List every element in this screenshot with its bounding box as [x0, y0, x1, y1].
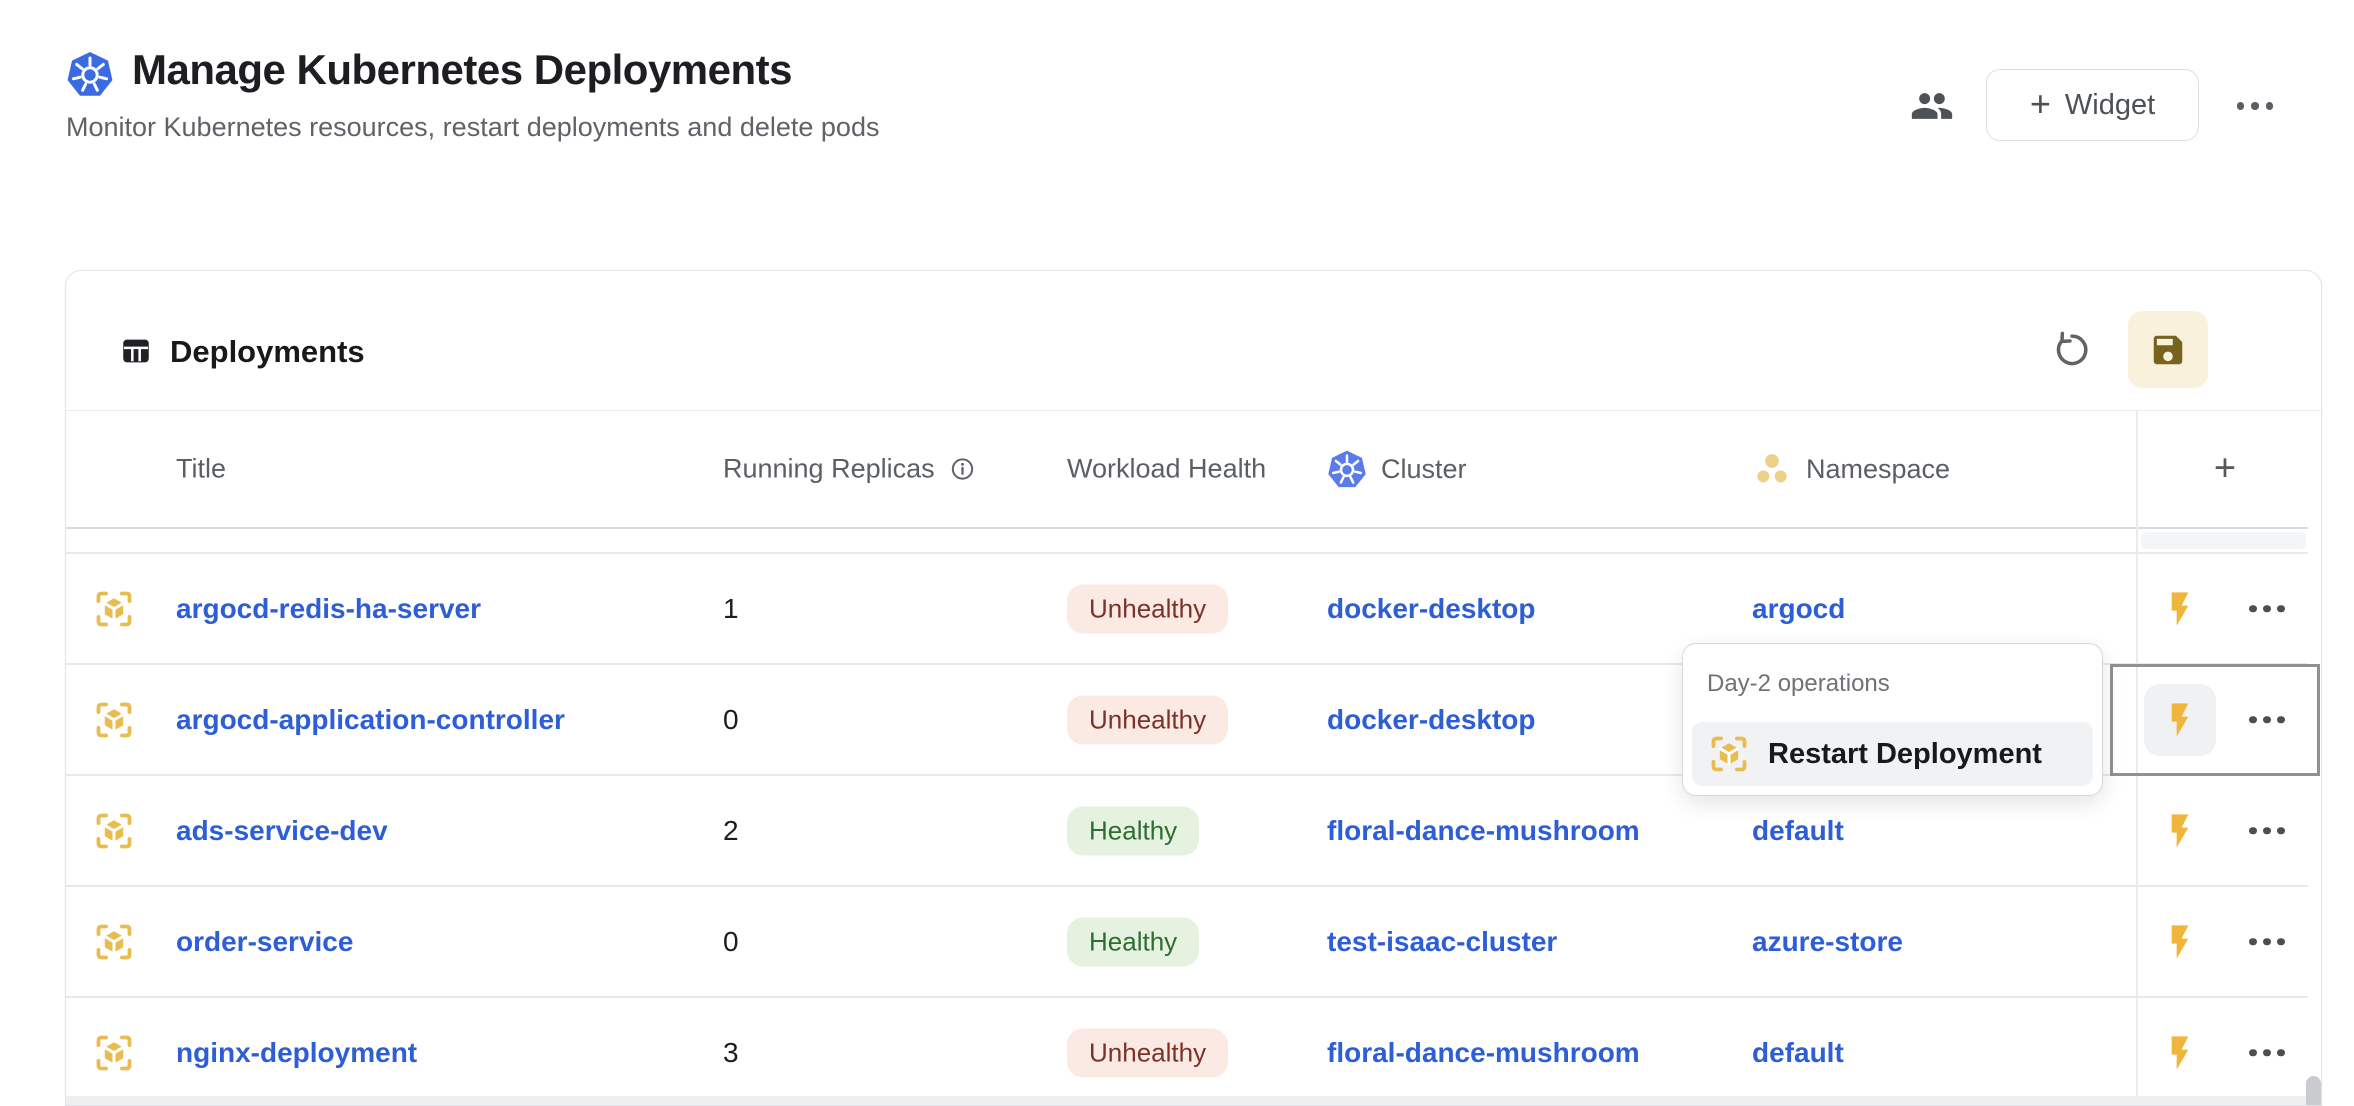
vertical-scrollbar-thumb[interactable] [2306, 1076, 2321, 1106]
row-menu-button[interactable] [2238, 605, 2296, 613]
save-icon [2149, 331, 2187, 369]
deployment-icon [95, 812, 133, 850]
quick-action-bolt-button[interactable] [2144, 1017, 2216, 1089]
deployment-title-link[interactable]: ads-service-dev [176, 815, 388, 847]
deployment-icon [95, 923, 133, 961]
save-button[interactable] [2128, 311, 2208, 388]
replicas-value: 0 [723, 926, 739, 958]
people-icon[interactable] [1910, 84, 1954, 128]
deployment-icon [95, 701, 133, 739]
column-cluster[interactable]: Cluster [1327, 449, 1467, 489]
table-row: order-service 0 Healthy test-isaac-clust… [66, 887, 2308, 998]
health-badge: Unhealthy [1067, 1028, 1228, 1077]
lightning-bolt-icon [2160, 1033, 2200, 1073]
quick-action-bolt-button[interactable] [2144, 795, 2216, 867]
namespace-link[interactable]: argocd [1752, 593, 1845, 625]
app-screen: Manage Kubernetes Deployments Monitor Ku… [0, 0, 2354, 1106]
cluster-link[interactable]: docker-desktop [1327, 704, 1536, 736]
table-row: nginx-deployment 3 Unhealthy floral-danc… [66, 998, 2308, 1106]
kubernetes-logo-icon [66, 50, 114, 98]
column-namespace[interactable]: Namespace [1752, 449, 1950, 489]
page-title: Manage Kubernetes Deployments [132, 46, 792, 94]
column-running-replicas[interactable]: Running Replicas [723, 454, 976, 485]
restart-deployment-menu-item[interactable]: Restart Deployment [1692, 722, 2093, 786]
quick-action-bolt-button[interactable] [2144, 906, 2216, 978]
health-badge: Unhealthy [1067, 695, 1228, 744]
deployment-title-link[interactable]: argocd-redis-ha-server [176, 593, 481, 625]
health-badge: Healthy [1067, 806, 1199, 855]
replicas-value: 3 [723, 1037, 739, 1069]
namespace-link[interactable]: default [1752, 815, 1844, 847]
popup-group-label: Day-2 operations [1707, 670, 1890, 698]
partial-row-action-ghost [2141, 532, 2306, 549]
namespace-icon [1752, 449, 1792, 489]
row-menu-button[interactable] [2238, 938, 2296, 946]
cluster-link[interactable]: floral-dance-mushroom [1327, 815, 1640, 847]
quick-action-bolt-button[interactable] [2144, 684, 2216, 756]
kubernetes-cluster-icon [1327, 449, 1367, 489]
deployment-title-link[interactable]: argocd-application-controller [176, 704, 565, 736]
health-badge: Healthy [1067, 917, 1199, 966]
replicas-value: 1 [723, 593, 739, 625]
deployment-title-link[interactable]: nginx-deployment [176, 1037, 417, 1069]
row-menu-button[interactable] [2238, 716, 2296, 724]
table-icon [119, 334, 153, 368]
page-menu-button[interactable] [2232, 96, 2278, 116]
lightning-bolt-icon [2160, 811, 2200, 851]
day2-operations-popup: Day-2 operations Restart Deployment [1682, 643, 2103, 796]
namespace-link[interactable]: azure-store [1752, 926, 1903, 958]
widget-button-label: Widget [2065, 89, 2155, 122]
row-menu-button[interactable] [2238, 1049, 2296, 1057]
add-widget-button[interactable]: + Widget [1986, 69, 2199, 141]
column-workload-health[interactable]: Workload Health [1067, 454, 1266, 485]
horizontal-scrollbar-track[interactable] [66, 1096, 2308, 1105]
plus-icon: + [2030, 86, 2051, 122]
namespace-link[interactable]: default [1752, 1037, 1844, 1069]
lightning-bolt-icon [2160, 922, 2200, 962]
replicas-value: 2 [723, 815, 739, 847]
card-title: Deployments [170, 334, 365, 370]
column-namespace-label: Namespace [1806, 454, 1950, 485]
column-cluster-label: Cluster [1381, 454, 1467, 485]
deployment-icon [1710, 735, 1748, 773]
undo-icon[interactable] [2052, 329, 2092, 369]
info-icon[interactable] [949, 456, 976, 483]
table-row-partial [66, 529, 2308, 554]
column-running-replicas-label: Running Replicas [723, 454, 935, 485]
lightning-bolt-icon [2160, 589, 2200, 629]
quick-action-bolt-button[interactable] [2144, 573, 2216, 645]
row-menu-button[interactable] [2238, 827, 2296, 835]
deployment-icon [95, 590, 133, 628]
cluster-link[interactable]: floral-dance-mushroom [1327, 1037, 1640, 1069]
deployment-title-link[interactable]: order-service [176, 926, 353, 958]
table-header-row: Title Running Replicas Workload Health C… [66, 411, 2308, 529]
column-title[interactable]: Title [176, 454, 226, 485]
restart-deployment-label: Restart Deployment [1768, 738, 2042, 771]
cluster-link[interactable]: docker-desktop [1327, 593, 1536, 625]
replicas-value: 0 [723, 704, 739, 736]
page-subtitle: Monitor Kubernetes resources, restart de… [66, 112, 879, 143]
cluster-link[interactable]: test-isaac-cluster [1327, 926, 1557, 958]
actions-column-divider [2136, 411, 2138, 1105]
lightning-bolt-icon [2160, 700, 2200, 740]
add-column-button[interactable]: + [2205, 448, 2245, 491]
deployment-icon [95, 1034, 133, 1072]
card-header: Deployments [66, 271, 2321, 411]
health-badge: Unhealthy [1067, 584, 1228, 633]
